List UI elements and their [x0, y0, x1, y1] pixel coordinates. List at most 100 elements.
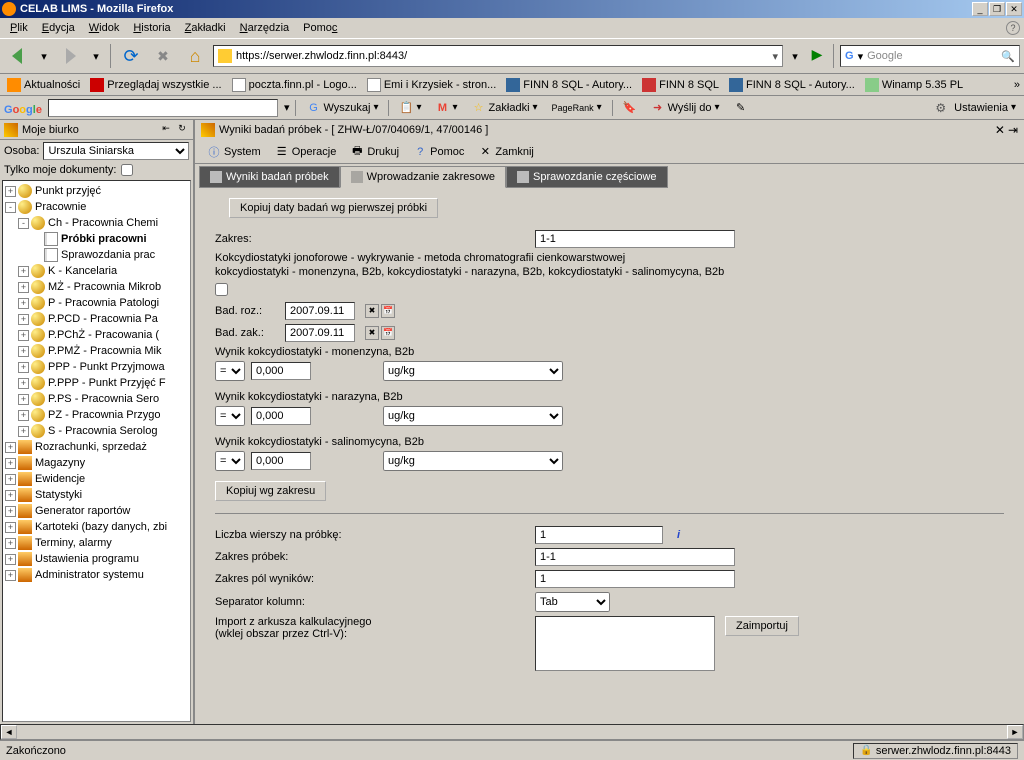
back-dropdown[interactable]: ▾ — [36, 42, 52, 70]
tree-toggle-icon[interactable]: + — [18, 410, 29, 421]
tree-item[interactable]: +Administrator systemu — [5, 567, 188, 583]
clear-date-icon[interactable]: ✖ — [365, 304, 379, 318]
tree-toggle-icon[interactable]: + — [5, 442, 16, 453]
calendar-icon[interactable]: 📅 — [381, 304, 395, 318]
wynik3-unit-select[interactable]: ug/kg — [383, 451, 563, 471]
tab-wprowadzanie[interactable]: Wprowadzanie zakresowe — [340, 166, 506, 188]
tree-item[interactable]: +P.PMŻ - Pracownia Mik — [5, 343, 188, 359]
restore-button[interactable]: ❐ — [989, 2, 1005, 16]
clear-date-icon[interactable]: ✖ — [365, 326, 379, 340]
tree-item[interactable]: +Ewidencje — [5, 471, 188, 487]
google-wyszukaj-button[interactable]: GWyszukaj ▾ — [302, 100, 382, 116]
tree-toggle-icon[interactable]: - — [18, 218, 29, 229]
tree-item[interactable]: +MŻ - Pracownia Mikrob — [5, 279, 188, 295]
calendar-icon[interactable]: 📅 — [381, 326, 395, 340]
tree-toggle-icon[interactable]: + — [18, 266, 29, 277]
tab-sprawozdanie[interactable]: Sprawozdanie częściowe — [506, 166, 668, 188]
tree-toggle-icon[interactable]: + — [18, 394, 29, 405]
tree-toggle-icon[interactable]: + — [18, 282, 29, 293]
tree-toggle-icon[interactable]: + — [18, 314, 29, 325]
tree-item[interactable]: +Ustawienia programu — [5, 551, 188, 567]
bookmarks-overflow[interactable]: » — [1014, 79, 1020, 91]
toolbar-pomoc[interactable]: ?Pomoc — [407, 143, 470, 161]
tree-item[interactable]: Próbki pracowni — [5, 231, 188, 247]
tree-item[interactable]: +PZ - Pracownia Przygo — [5, 407, 188, 423]
menu-edycja[interactable]: Edycja — [36, 20, 81, 36]
menu-narzedzia[interactable]: Narzędzia — [234, 20, 296, 36]
google-highlight-button[interactable]: ✎ — [730, 100, 752, 116]
tree-toggle-icon[interactable]: + — [5, 522, 16, 533]
menu-widok[interactable]: Widok — [83, 20, 126, 36]
zakres-input[interactable] — [535, 230, 735, 248]
google-gmail-button[interactable]: M▾ — [432, 100, 462, 116]
osoba-select[interactable]: Urszula Siniarska — [43, 142, 189, 160]
google-bookmarks-button[interactable]: ☆Zakładki▾ — [468, 100, 542, 116]
forward-button[interactable] — [56, 42, 84, 70]
google-news-button[interactable]: 📋▾ — [395, 100, 425, 116]
menu-plik[interactable]: Plik — [4, 20, 34, 36]
wynik2-op-select[interactable]: = — [215, 406, 245, 426]
menu-zakladki[interactable]: Zakładki — [179, 20, 232, 36]
tree-item[interactable]: +Rozrachunki, sprzedaż — [5, 439, 188, 455]
forward-dropdown[interactable]: ▾ — [88, 42, 104, 70]
scroll-left-icon[interactable]: ◄ — [1, 725, 17, 739]
tree-toggle-icon[interactable]: + — [5, 506, 16, 517]
content-expand-button[interactable]: ⇥ — [1008, 123, 1018, 137]
google-autolink-button[interactable]: 🔖 — [619, 100, 641, 116]
toolbar-system[interactable]: ⓘSystem — [201, 143, 267, 161]
tree-toggle-icon[interactable]: + — [5, 474, 16, 485]
tree-item[interactable]: +Magazyny — [5, 455, 188, 471]
tree-toggle-icon[interactable]: + — [5, 458, 16, 469]
info-icon[interactable]: i — [677, 529, 680, 541]
bookmark-finn1[interactable]: FINN 8 SQL - Autory... — [503, 77, 635, 93]
bookmark-poczta[interactable]: poczta.finn.pl - Logo... — [229, 77, 360, 93]
separator-select[interactable]: Tab — [535, 592, 610, 612]
zakres-pol-input[interactable] — [535, 570, 735, 588]
bad-zak-input[interactable] — [285, 324, 355, 342]
tree-item[interactable]: +S - Pracownia Serolog — [5, 423, 188, 439]
toolbar-drukuj[interactable]: 🖶Drukuj — [344, 143, 405, 161]
wynik1-value-input[interactable] — [251, 362, 311, 380]
google-input-dropdown[interactable]: ▾ — [284, 101, 290, 114]
tree-item[interactable]: +P - Pracownia Patologi — [5, 295, 188, 311]
bookmark-finn2[interactable]: FINN 8 SQL — [639, 77, 722, 93]
tree-item[interactable]: +Kartoteki (bazy danych, zbi — [5, 519, 188, 535]
bookmark-emi[interactable]: Emi i Krzysiek - stron... — [364, 77, 499, 93]
tree-toggle-icon[interactable]: + — [5, 570, 16, 581]
url-bar[interactable]: https://serwer.zhwlodz.finn.pl:8443/ ▾ — [213, 45, 783, 67]
sidebar-refresh-button[interactable]: ↻ — [175, 123, 189, 137]
tree-item[interactable]: +Statystyki — [5, 487, 188, 503]
wynik2-unit-select[interactable]: ug/kg — [383, 406, 563, 426]
bookmark-winamp[interactable]: Winamp 5.35 PL — [862, 77, 966, 93]
tree-item[interactable]: +P.PChŻ - Pracowania ( — [5, 327, 188, 343]
wynik3-value-input[interactable] — [251, 452, 311, 470]
tree-toggle-icon[interactable]: + — [18, 378, 29, 389]
tree-toggle-icon[interactable]: + — [18, 330, 29, 341]
minimize-button[interactable]: _ — [972, 2, 988, 16]
tree-item[interactable]: +Terminy, alarmy — [5, 535, 188, 551]
back-button[interactable] — [4, 42, 32, 70]
tree-item[interactable]: -Pracownie — [5, 199, 188, 215]
content-undock-button[interactable]: ✕ — [995, 123, 1005, 137]
reload-button[interactable]: ⟳ — [117, 42, 145, 70]
url-dropdown-icon[interactable]: ▾ — [772, 50, 778, 63]
tree-item[interactable]: +Punkt przyjęć — [5, 183, 188, 199]
search-magnify-icon[interactable]: 🔍 — [1001, 50, 1015, 63]
stop-button[interactable]: ✖ — [149, 42, 177, 70]
wynik1-op-select[interactable]: = — [215, 361, 245, 381]
help-icon[interactable]: ? — [1006, 21, 1020, 35]
tree-toggle-icon[interactable]: + — [18, 362, 29, 373]
wynik3-op-select[interactable]: = — [215, 451, 245, 471]
url-text[interactable]: https://serwer.zhwlodz.finn.pl:8443/ — [236, 50, 768, 62]
tree-toggle-icon[interactable]: + — [5, 554, 16, 565]
tree-toggle-icon[interactable]: - — [5, 202, 16, 213]
google-settings-button[interactable]: Ustawienia▾ — [950, 101, 1020, 115]
tree-item[interactable]: +P.PS - Pracownia Sero — [5, 391, 188, 407]
liczba-wierszy-input[interactable] — [535, 526, 663, 544]
tree-toggle-icon[interactable]: + — [5, 490, 16, 501]
tree-toggle-icon[interactable]: + — [18, 346, 29, 357]
google-pagerank-button[interactable]: PageRank▾ — [548, 101, 606, 114]
tree-toggle-icon[interactable]: + — [18, 426, 29, 437]
import-textarea[interactable] — [535, 616, 715, 671]
scroll-right-icon[interactable]: ► — [1007, 725, 1023, 739]
